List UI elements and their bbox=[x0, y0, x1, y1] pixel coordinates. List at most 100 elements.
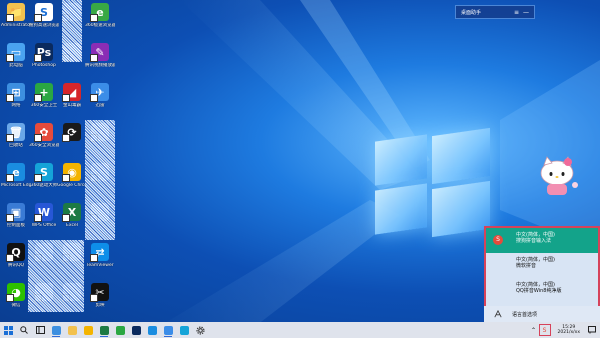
task-view-button[interactable] bbox=[32, 322, 48, 338]
desktop-icon[interactable]: Q 腾讯QQ bbox=[1, 243, 31, 268]
desktop-app-icon: Ps bbox=[34, 43, 53, 62]
desktop-icon-label: 360安全卫士 bbox=[30, 103, 58, 108]
desktop-icon[interactable]: e Microsoft Edge bbox=[1, 163, 31, 188]
desktop-icon-label: 控制面板 bbox=[7, 223, 25, 228]
gear-icon bbox=[195, 325, 205, 335]
desktop-app-icon: W bbox=[34, 203, 53, 222]
taskbar-app-4[interactable] bbox=[96, 322, 112, 338]
search-button[interactable] bbox=[16, 322, 32, 338]
language-preferences-link[interactable]: 语言首选项 bbox=[484, 306, 600, 322]
desktop-icon[interactable]: ◕ 微信 bbox=[1, 283, 31, 308]
widget-menu-icon[interactable]: ≡ bbox=[514, 9, 519, 16]
desktop-icon[interactable]: ✂ 剪映 bbox=[85, 283, 115, 308]
taskbar-app-3[interactable] bbox=[80, 322, 96, 338]
corrupted-icon-region bbox=[62, 0, 82, 62]
desktop-app-icon: + bbox=[34, 83, 53, 102]
desktop-icon[interactable]: ✎ 腾讯视频播放器 bbox=[85, 43, 115, 68]
windows-logo-wallpaper bbox=[375, 127, 490, 238]
taskbar-app-5[interactable] bbox=[112, 322, 128, 338]
ime-name: 搜狗拼音输入法 bbox=[516, 238, 552, 244]
desktop-app-icon: ⟳ bbox=[62, 123, 81, 142]
desktop-icon[interactable]: 📁 Administrator bbox=[1, 3, 31, 28]
corrupted-icon-region bbox=[28, 240, 84, 312]
desktop-icon[interactable]: ▣ 控制面板 bbox=[1, 203, 31, 228]
sogou-ime-icon: S bbox=[493, 235, 503, 245]
desktop-icon[interactable]: X Excel bbox=[57, 203, 87, 228]
taskbar-app-9[interactable] bbox=[176, 322, 192, 338]
app-icon bbox=[131, 325, 141, 335]
taskbar-app-6[interactable] bbox=[128, 322, 144, 338]
ime-option[interactable]: S 中文(简体，中国) 搜狗拼音输入法 bbox=[486, 228, 598, 253]
desktop-icon[interactable]: ◉Google Chrome bbox=[57, 163, 87, 188]
system-tray: ⌃ S 15:29 2021/x/xx bbox=[529, 322, 600, 338]
widget-minimize-icon[interactable]: — bbox=[523, 9, 529, 16]
desktop-app-icon: ◕ bbox=[6, 283, 25, 302]
desktop-app-icon: 🗑 bbox=[6, 123, 25, 142]
desktop-app-icon: S bbox=[34, 163, 53, 182]
desktop-icon[interactable]: ✈ 迅雷 bbox=[85, 83, 115, 108]
desktop-icon-label: 微信 bbox=[11, 303, 21, 308]
desktop-icon[interactable]: W WPS Office bbox=[29, 203, 59, 228]
desktop-icon[interactable]: +360安全卫士 bbox=[29, 83, 59, 108]
desktop-icon-label: Administrator bbox=[1, 23, 31, 28]
app-icon bbox=[179, 325, 189, 335]
ime-indicator-button[interactable]: S bbox=[538, 324, 551, 336]
desktop-icon[interactable]: S 360驱动大师 bbox=[29, 163, 59, 188]
desktop-icon-label: 360驱动大师 bbox=[30, 183, 58, 188]
desktop-icon-label: Excel bbox=[66, 223, 78, 228]
app-icon bbox=[163, 325, 173, 335]
clock-date: 2021/x/xx bbox=[557, 330, 580, 335]
desktop-app-icon: ◢ bbox=[62, 83, 81, 102]
desktop-app-icon: e bbox=[90, 3, 109, 22]
desktop-app-icon: ✈ bbox=[90, 83, 109, 102]
desktop-icon[interactable]: ⊞ 网络 bbox=[1, 83, 31, 108]
desktop-icon-label: 金山毒霸 bbox=[63, 103, 81, 108]
desktop-app-icon: S bbox=[34, 3, 53, 22]
desktop-icon-label: 360极速浏览器 bbox=[85, 23, 115, 28]
desktop-app-icon: Q bbox=[6, 243, 25, 262]
desktop-app-icon: ✎ bbox=[90, 43, 109, 62]
taskbar-app-1[interactable] bbox=[48, 322, 64, 338]
taskbar: ⌃ S 15:29 2021/x/xx bbox=[0, 322, 600, 338]
desktop-app-icon: ⊞ bbox=[6, 83, 25, 102]
desktop-icon[interactable]: S 搜狗高速浏览器 bbox=[29, 3, 59, 28]
taskbar-settings[interactable] bbox=[192, 322, 208, 338]
desktop-app-icon: ✂ bbox=[90, 283, 109, 302]
ime-option[interactable]: 中文(简体，中国) 微软拼音 bbox=[486, 253, 598, 278]
desktop-icon[interactable]: ▭ 此电脑 bbox=[1, 43, 31, 68]
desktop-icon-label: WPS Office bbox=[31, 223, 57, 228]
desktop-icon-label: 回收站 bbox=[9, 143, 23, 148]
desktop-icon-label: 网络 bbox=[11, 103, 21, 108]
desktop-icon[interactable]: ⟳ bbox=[57, 123, 87, 143]
taskbar-app-2[interactable] bbox=[64, 322, 80, 338]
ime-name: 微软拼音 bbox=[516, 263, 537, 269]
desktop-icon[interactable]: ✿ 360安全浏览器 bbox=[29, 123, 59, 148]
ime-option[interactable]: 中文(简体，中国) QQ拼音Win8纯净版 bbox=[486, 278, 598, 303]
language-icon bbox=[494, 310, 502, 318]
desktop-app-icon: ▭ bbox=[6, 43, 25, 62]
notification-center-button[interactable] bbox=[584, 322, 600, 338]
desktop-app-icon: ▣ bbox=[6, 203, 25, 222]
desktop-icon[interactable]: ⇄ TeamViewer bbox=[85, 243, 115, 268]
notification-icon bbox=[588, 326, 596, 334]
desktop-icon[interactable]: 🗑 回收站 bbox=[1, 123, 31, 148]
desktop-app-icon: e bbox=[6, 163, 25, 182]
corrupted-icon-region bbox=[85, 120, 115, 240]
excel-icon bbox=[99, 325, 109, 335]
desktop-icon[interactable]: e 360极速浏览器 bbox=[85, 3, 115, 28]
sogou-ime-icon: S bbox=[542, 326, 547, 334]
desktop-app-icon: X bbox=[62, 203, 81, 222]
show-hidden-icons-button[interactable]: ⌃ bbox=[529, 322, 539, 338]
desktop-icon-label: 剪映 bbox=[95, 303, 105, 308]
taskbar-app-7[interactable] bbox=[144, 322, 160, 338]
desktop-icon-label: 腾讯视频播放器 bbox=[85, 63, 115, 68]
desktop-widget[interactable]: 桌面助手 ≡ — bbox=[455, 5, 535, 19]
desktop-icon[interactable]: ◢ 金山毒霸 bbox=[57, 83, 87, 108]
hello-kitty-desktop-pet[interactable] bbox=[535, 155, 580, 197]
desktop-icon[interactable]: Ps Photoshop bbox=[29, 43, 59, 68]
start-button[interactable] bbox=[0, 322, 16, 338]
clock[interactable]: 15:29 2021/x/xx bbox=[558, 325, 580, 335]
taskbar-app-8[interactable] bbox=[160, 322, 176, 338]
desktop-app-icon: 📁 bbox=[6, 3, 25, 22]
search-icon bbox=[20, 326, 28, 334]
